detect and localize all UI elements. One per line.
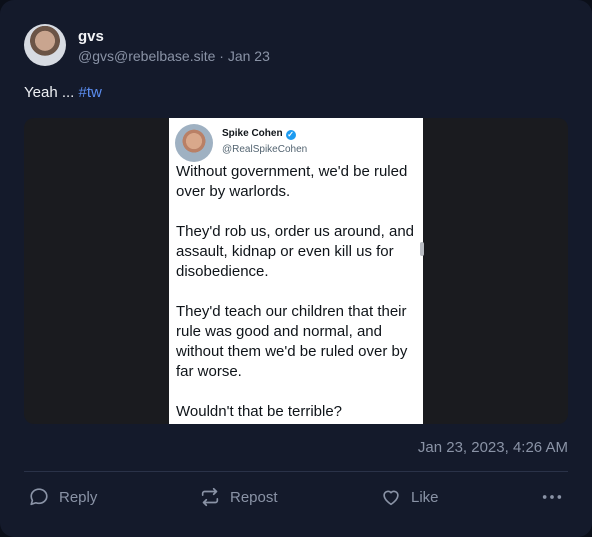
scrollbar-fragment xyxy=(420,242,424,256)
tweet-author-handle: @RealSpikeCohen xyxy=(222,144,308,155)
post-body-text: Yeah ... xyxy=(24,84,79,101)
tweet-paragraph: They'd teach our children that their rul… xyxy=(176,303,408,380)
tweet-body: Without government, we'd be ruled over b… xyxy=(176,162,420,424)
author-handle-line: @gvs@rebelbase.site · Jan 23 xyxy=(78,48,270,64)
handle-separator: · xyxy=(215,48,228,64)
tweet-paragraph: Wouldn't that be terrible? xyxy=(176,403,343,420)
repost-label: Repost xyxy=(230,488,278,506)
post-card: gvs @gvs@rebelbase.site · Jan 23 Yeah ..… xyxy=(0,0,592,537)
repost-icon xyxy=(201,487,219,507)
reply-icon xyxy=(30,488,48,506)
like-label: Like xyxy=(411,488,439,506)
embedded-tweet-screenshot: Spike Cohen ✓ @RealSpikeCohen Without gov… xyxy=(169,118,424,424)
more-options-button[interactable] xyxy=(541,485,563,509)
post-date[interactable]: Jan 23 xyxy=(228,48,270,64)
tweet-author-name-text: Spike Cohen xyxy=(222,128,283,139)
post-text: Yeah ... #tw xyxy=(24,84,102,101)
post-timestamp[interactable]: Jan 23, 2023, 4:26 AM xyxy=(418,439,568,456)
hashtag-link[interactable]: #tw xyxy=(79,84,102,101)
author-handle[interactable]: @gvs@rebelbase.site xyxy=(78,48,215,64)
reply-label: Reply xyxy=(59,488,98,506)
media-attachment[interactable]: Spike Cohen ✓ @RealSpikeCohen Without gov… xyxy=(24,118,568,424)
like-button[interactable]: Like xyxy=(380,485,439,509)
tweet-paragraph: They'd rob us, order us around, and assa… xyxy=(176,223,415,280)
author-avatar[interactable] xyxy=(24,24,66,66)
repost-button[interactable]: Repost xyxy=(199,485,278,509)
heart-icon xyxy=(383,490,399,506)
author-display-name[interactable]: gvs xyxy=(78,28,104,45)
tweet-paragraph: Without government, we'd be ruled over b… xyxy=(176,163,408,200)
more-horizontal-icon xyxy=(542,495,562,499)
verified-badge-icon: ✓ xyxy=(285,130,296,140)
tweet-author-avatar xyxy=(175,124,213,162)
reply-button[interactable]: Reply xyxy=(28,485,97,509)
tweet-author-name: Spike Cohen ✓ xyxy=(222,128,296,140)
divider xyxy=(24,471,568,472)
